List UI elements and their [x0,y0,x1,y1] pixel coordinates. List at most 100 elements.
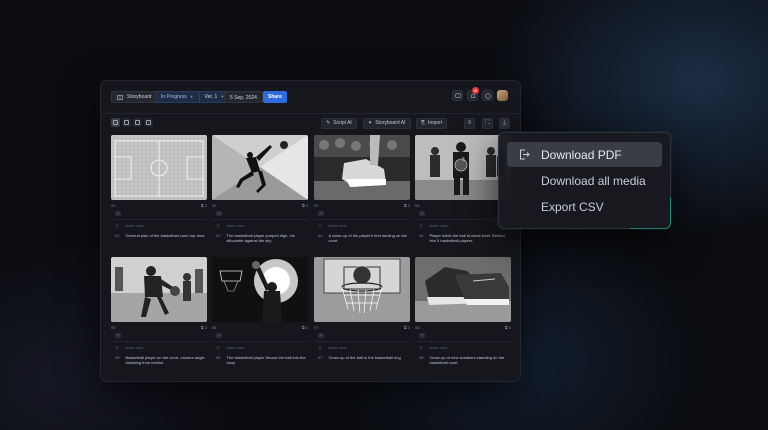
voice-over-placeholder: Voice over [226,345,245,350]
frame-shot-count[interactable]: ⧉3 [302,325,308,330]
storyboard-frame-card[interactable]: 07 ⧉ 3 ▪ ⦿ Voice over 07 Close-up of the ball i… [314,257,410,373]
frame-shot-count[interactable]: ⧉3 [404,203,410,208]
storyboard-frame-card[interactable]: 01 ⧉ 3 ▪ ⦿ Voice over 01 General plan of the ba… [111,135,207,251]
voice-over-field[interactable]: ⦿ Voice over [419,223,448,229]
layers-icon: ⧉ [403,324,407,330]
frame-tag[interactable]: ▪ [318,333,324,338]
frame-image [111,257,207,322]
mic-icon: ⦿ [419,345,423,350]
frame-thumbnail[interactable] [111,257,207,322]
storyboard-frame-card[interactable]: 03 ⧉ 3 ▪ ⦿ Voice over 03 A close-up of the play… [314,135,410,251]
image-view-toggle[interactable] [144,118,153,127]
frame-thumbnail[interactable] [111,135,207,200]
description-number: 01 [115,233,120,238]
frame-meta: 07 ⧉ 3 [314,324,410,330]
frame-description[interactable]: 05 Basketball player on the court, camera… [111,355,207,365]
frame-tag[interactable]: ▪ [216,333,222,338]
frame-shot-count[interactable]: ⧉3 [404,325,410,330]
storyboard-ai-button[interactable]: ✦ Storyboard AI [363,118,411,129]
frame-image [314,257,410,322]
frame-shot-count[interactable]: ⧉3 [201,203,207,208]
frame-image [415,257,511,322]
frame-thumbnail[interactable] [314,257,410,322]
toolbar: ✎ Script AI ✦ Storyboard AI ⎘ Import ≡ ⛶… [101,115,520,135]
download-all-media-item[interactable]: Download all media [507,168,662,193]
frame-count-value: 3 [305,202,308,208]
voice-over-field[interactable]: ⦿ Voice over [419,345,448,351]
notifications-button[interactable]: 3 [467,87,479,101]
view-toggles [111,118,153,127]
filter-button[interactable]: ≡ [464,118,475,129]
columns-view-toggle[interactable] [133,118,142,127]
layers-icon: ⧉ [403,202,407,208]
comment-button[interactable] [452,90,463,101]
expand-icon: ⛶ [485,120,490,126]
frame-meta: 02 ⧉ 3 [212,202,308,208]
frame-description[interactable]: 02 The basketball player jumped high, his… [212,233,308,243]
svg-text:5: 5 [462,157,465,163]
frame-description[interactable]: 01 General plan of the basketball court t… [111,233,207,238]
storyboard-frame-card[interactable]: 08 ⧉ 3 ▪ ⦿ Voice over 08 Close-up of new sneake… [415,257,511,373]
divider [415,341,511,342]
description-text: Basketball player on the court, camera a… [125,355,205,365]
divider [314,219,410,220]
share-button[interactable]: Share [263,91,287,103]
frame-meta: 06 ⧉ 3 [212,324,308,330]
frame-number: 08 [415,324,420,330]
frame-thumbnail[interactable] [314,135,410,200]
download-pdf-item[interactable]: Download PDF [507,142,662,167]
storyboard-label: Storyboard [127,94,152,100]
frame-image [314,135,410,200]
voice-over-field[interactable]: ⦿ Voice over [115,223,144,229]
export-csv-item[interactable]: Export CSV [507,194,662,219]
status-select[interactable]: In Progress ▼ [156,92,199,102]
grid-icon [113,120,118,125]
voice-over-placeholder: Voice over [328,223,347,228]
divider [111,219,207,220]
columns-icon [135,120,140,125]
help-button[interactable] [482,90,493,101]
frame-tag[interactable]: ▪ [318,211,324,216]
frame-tag[interactable]: ▪ [115,333,121,338]
frame-tag[interactable]: ▪ [419,333,425,338]
frame-description[interactable]: 08 Close-up of new sneakers standing on t… [415,355,511,365]
frame-thumbnail[interactable] [212,135,308,200]
frame-description[interactable]: 06 The basketball player throws the ball … [212,355,308,365]
voice-over-field[interactable]: ⦿ Voice over [115,345,144,351]
grid-view-toggle[interactable] [111,118,120,127]
storyboard-menu[interactable]: Storyboard [111,91,158,103]
voice-over-field[interactable]: ⦿ Voice over [318,345,347,351]
import-button[interactable]: ⎘ Import [416,118,448,129]
list-view-toggle[interactable] [122,118,131,127]
frame-tag[interactable]: ▪ [115,211,121,216]
frame-thumbnail[interactable] [212,257,308,322]
help-icon [484,92,491,99]
frame-shot-count[interactable]: ⧉3 [201,325,207,330]
storyboard-frame-card[interactable]: 05 ⧉ 3 ▪ ⦿ Voice over 05 Basketball player on t… [111,257,207,373]
comment-icon [454,93,461,98]
frame-tag[interactable]: ▪ [419,211,425,216]
frame-description[interactable]: 07 Close-up of the ball in the basketball… [314,355,410,360]
frame-tag[interactable]: ▪ [216,211,222,216]
download-all-media-label: Download all media [541,173,646,188]
storyboard-frame-card[interactable]: 5 04⧉3 ▪ ⦿ Voice over 04 Player holds the ball… [415,135,511,251]
frame-count-value: 3 [204,202,207,208]
fullscreen-button[interactable]: ⛶ [482,118,493,129]
date-chip[interactable]: 5 Sep, 2024 [224,91,263,103]
storyboard-frame-card[interactable]: 02 ⧉ 3 ▪ ⦿ Voice over 02 The basketball player … [212,135,308,251]
voice-over-field[interactable]: ⦿ Voice over [216,345,245,351]
frame-shot-count[interactable]: ⧉3 [505,325,511,330]
frame-number: 05 [111,324,116,330]
avatar[interactable] [497,90,508,101]
frame-description[interactable]: 03 A close-up of the player's feet landin… [314,233,410,243]
storyboard-frame-card[interactable]: 06 ⧉ 3 ▪ ⦿ Voice over 06 The basketball player … [212,257,308,373]
frame-thumbnail[interactable] [415,257,511,322]
download-button[interactable]: ⤓ [499,118,510,129]
frame-description[interactable]: 04 Player holds the ball at chest level. … [415,233,511,243]
voice-over-field[interactable]: ⦿ Voice over [216,223,245,229]
frame-thumbnail[interactable]: 5 [415,135,511,200]
script-ai-button[interactable]: ✎ Script AI [321,118,357,129]
frame-shot-count[interactable]: ⧉3 [302,203,308,208]
list-icon [124,120,129,125]
voice-over-field[interactable]: ⦿ Voice over [318,223,347,229]
